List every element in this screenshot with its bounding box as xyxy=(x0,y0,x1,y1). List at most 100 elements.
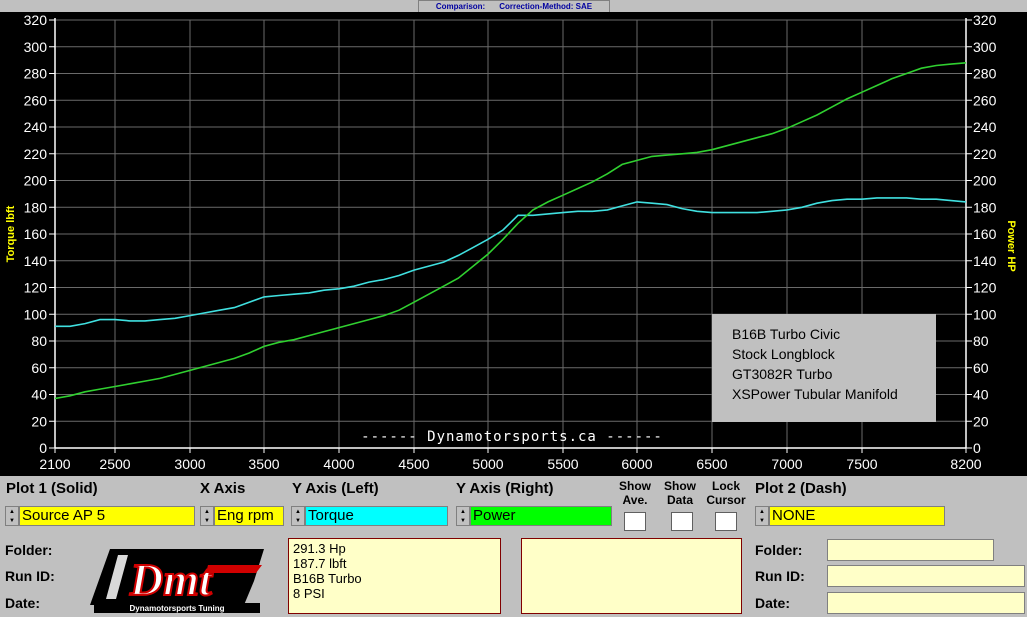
plot2-header: Plot 2 (Dash) xyxy=(755,480,847,497)
x-tick-label: 4000 xyxy=(323,456,354,472)
yleft-header: Y Axis (Left) xyxy=(292,480,379,497)
dmt-logo: Dmt Dynamotorsports Tuning xyxy=(90,549,264,613)
y-axis-label-left: Torque lbft xyxy=(5,205,17,262)
x-tick-label: 3500 xyxy=(248,456,279,472)
show-ave-label: Show Ave. xyxy=(619,479,651,507)
y-tick-label-right: 40 xyxy=(973,387,989,403)
legend-line: Stock Longblock xyxy=(732,346,836,362)
spinner-icon[interactable]: ▲ ▼ xyxy=(5,506,19,526)
legend-line: B16B Turbo Civic xyxy=(732,326,840,342)
plot1-header: Plot 1 (Solid) xyxy=(6,480,98,497)
y-tick-label-left: 280 xyxy=(24,66,48,82)
x-tick-label: 5000 xyxy=(472,456,503,472)
legend-line: GT3082R Turbo xyxy=(732,366,833,382)
y-tick-label-left: 320 xyxy=(24,12,48,28)
plot1-value: Source AP 5 xyxy=(19,506,195,526)
x-tick-label: 2500 xyxy=(99,456,130,472)
y-tick-label-right: 280 xyxy=(973,66,997,82)
xaxis-select[interactable]: ▲ ▼ Eng rpm xyxy=(200,506,284,526)
y-tick-label-left: 100 xyxy=(24,306,48,322)
x-tick-label: 4500 xyxy=(398,456,429,472)
y-tick-label-right: 320 xyxy=(973,12,997,28)
y-tick-label-left: 140 xyxy=(24,253,48,269)
info-line: 187.7 lbft xyxy=(293,556,347,571)
y-tick-label-right: 80 xyxy=(973,333,989,349)
y-tick-label-right: 20 xyxy=(973,413,989,429)
y-tick-label-left: 60 xyxy=(31,360,47,376)
correction-method-label: Correction-Method: SAE xyxy=(499,2,593,11)
y-tick-label-left: 160 xyxy=(24,226,48,242)
y-tick-label-right: 60 xyxy=(973,360,989,376)
y-tick-label-right: 120 xyxy=(973,280,997,296)
show-data-label: Show Data xyxy=(664,479,696,507)
show-ave-checkbox[interactable] xyxy=(624,512,646,531)
y-tick-label-right: 100 xyxy=(973,306,997,322)
title-bar: Comparison: Correction-Method: SAE xyxy=(0,0,1027,13)
y-tick-label-right: 160 xyxy=(973,226,997,242)
y-tick-label-left: 180 xyxy=(24,199,48,215)
xaxis-value: Eng rpm xyxy=(214,506,284,526)
y-tick-label-right: 180 xyxy=(973,199,997,215)
y-axis-label-right: Power HP xyxy=(1005,220,1017,271)
dyno-chart: 0 0 20 20 40 40 60 60 80 80 100 100 120 120 140 140 160 1… xyxy=(0,12,1027,476)
x-tick-label: 5500 xyxy=(547,456,578,472)
folder-field-right[interactable] xyxy=(827,539,994,561)
plot2-select[interactable]: ▲ ▼ NONE xyxy=(755,506,945,526)
yright-value: Power xyxy=(470,506,612,526)
y-tick-label-left: 20 xyxy=(31,413,47,429)
x-tick-label: 7000 xyxy=(771,456,802,472)
info-line: 291.3 Hp xyxy=(293,541,346,556)
run-info-box: 291.3 Hp 187.7 lbft B16B Turbo 8 PSI xyxy=(288,538,501,614)
info-line: B16B Turbo xyxy=(293,571,362,586)
y-tick-label-left: 80 xyxy=(31,333,47,349)
yleft-select[interactable]: ▲ ▼ Torque xyxy=(291,506,448,526)
date-label-left: Date: xyxy=(5,595,41,611)
plot2-value: NONE xyxy=(769,506,945,526)
y-tick-label-left: 220 xyxy=(24,146,48,162)
y-tick-label-right: 140 xyxy=(973,253,997,269)
y-tick-label-left: 120 xyxy=(24,280,48,296)
watermark-text: ------ Dynamotorsports.ca ------ xyxy=(361,429,663,445)
run-info-box-2 xyxy=(521,538,742,614)
y-tick-label-left: 240 xyxy=(24,119,48,135)
spinner-icon[interactable]: ▲ ▼ xyxy=(456,506,470,526)
run-id-field-right[interactable] xyxy=(827,565,1025,587)
spinner-icon[interactable]: ▲ ▼ xyxy=(291,506,305,526)
y-tick-label-right: 300 xyxy=(973,39,997,55)
y-tick-label-right: 200 xyxy=(973,173,997,189)
yright-header: Y Axis (Right) xyxy=(456,480,554,497)
lock-cursor-checkbox[interactable] xyxy=(715,512,737,531)
spinner-icon[interactable]: ▲ ▼ xyxy=(755,506,769,526)
y-tick-label-right: 260 xyxy=(973,92,997,108)
run-id-label-right: Run ID: xyxy=(755,568,805,584)
x-tick-label: 8200 xyxy=(950,456,981,472)
y-tick-label-right: 220 xyxy=(973,146,997,162)
legend-line: XSPower Tubular Manifold xyxy=(732,386,898,402)
info-line: 8 PSI xyxy=(293,586,325,601)
folder-label-right: Folder: xyxy=(755,542,803,558)
x-tick-label: 3000 xyxy=(174,456,205,472)
y-tick-label-right: 240 xyxy=(973,119,997,135)
yleft-value: Torque xyxy=(305,506,448,526)
spinner-icon[interactable]: ▲ ▼ xyxy=(200,506,214,526)
comparison-label: Comparison: xyxy=(435,2,486,11)
logo-subtitle: Dynamotorsports Tuning xyxy=(130,604,225,613)
folder-label-left: Folder: xyxy=(5,542,53,558)
plot1-select[interactable]: ▲ ▼ Source AP 5 xyxy=(5,506,195,526)
date-field-right[interactable] xyxy=(827,592,1025,614)
y-tick-label-right: 0 xyxy=(973,440,981,456)
x-tick-label: 7500 xyxy=(846,456,877,472)
xaxis-header: X Axis xyxy=(200,480,246,497)
logo-text: Dmt xyxy=(129,554,213,605)
y-tick-label-left: 300 xyxy=(24,39,48,55)
x-tick-label: 2100 xyxy=(39,456,70,472)
y-tick-label-left: 0 xyxy=(39,440,47,456)
y-tick-label-left: 40 xyxy=(31,387,47,403)
y-tick-label-left: 260 xyxy=(24,92,48,108)
y-tick-label-left: 200 xyxy=(24,173,48,189)
x-tick-label: 6500 xyxy=(696,456,727,472)
yright-select[interactable]: ▲ ▼ Power xyxy=(456,506,612,526)
date-label-right: Date: xyxy=(755,595,791,611)
show-data-checkbox[interactable] xyxy=(671,512,693,531)
run-id-label-left: Run ID: xyxy=(5,568,55,584)
